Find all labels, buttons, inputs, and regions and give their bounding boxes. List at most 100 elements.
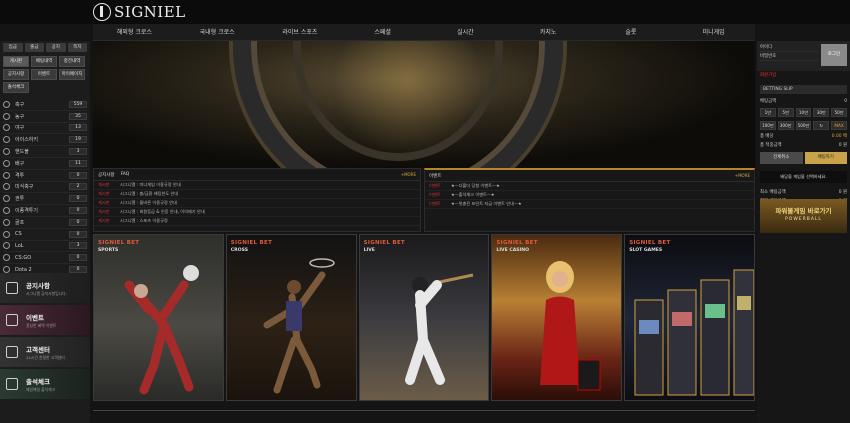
sport-count: 2: [69, 183, 87, 191]
quick-amount-button[interactable]: 300만: [777, 121, 794, 130]
betting-slip-header: BETTING SLIP: [760, 85, 847, 94]
card-live-casino[interactable]: SIGNIEL BET LIVE CASINO: [491, 234, 623, 401]
notice-row[interactable]: 게시판 시그니엘 : 충/금환 배팅한도 안내: [94, 190, 420, 199]
signup-link[interactable]: 회원가입: [760, 73, 776, 78]
promo-sub: 24시간 친절한 고객센터: [26, 354, 65, 360]
megaphone-icon: [6, 282, 18, 294]
sport-name: 권투: [15, 196, 25, 203]
tab-notice[interactable]: 공지: [46, 43, 66, 52]
powerball-banner[interactable]: 파워볼게임 바로가기 POWERBALL: [760, 199, 847, 233]
tab-notice-board[interactable]: 공지사항: [98, 172, 115, 178]
event-row[interactable]: 이벤트 ★ㅡ다폴더 당첨 이벤트ㅡ★: [425, 182, 754, 191]
promo-customer-center[interactable]: 고객센터 24시간 친절한 고객센터: [0, 337, 90, 367]
id-field[interactable]: 아이디: [760, 43, 818, 52]
sport-row-basketball[interactable]: 농구 35: [3, 111, 87, 123]
quick-amount-button[interactable]: 10만: [795, 108, 812, 117]
mypage-button[interactable]: 마이페이지: [59, 69, 85, 80]
sport-row-soccer[interactable]: 축구 559: [3, 99, 87, 111]
nav-item-slot[interactable]: 슬롯: [590, 24, 673, 40]
card-brand: SIGNIEL BET: [363, 240, 405, 246]
mma-icon: [3, 207, 10, 215]
tab-faq[interactable]: FAQ: [121, 172, 130, 177]
card-slot-games[interactable]: SIGNIEL BET SLOT GAMES: [624, 234, 755, 401]
sport-row-csgo[interactable]: CS:GO 0: [3, 252, 87, 265]
sport-row-golf[interactable]: 골프 0: [3, 217, 87, 229]
limit-label: 최소 배팅금액: [760, 190, 786, 195]
charge-history-button[interactable]: 충전내역: [59, 56, 85, 67]
place-bet-button[interactable]: 배팅하기: [804, 152, 847, 164]
notice-row[interactable]: 게시판 시그니엘 : 스포츠 이용규정: [94, 217, 420, 226]
event-row[interactable]: 이벤트 ★ㅡ출석체크 이벤트ㅡ★: [425, 191, 754, 200]
tab-withdraw[interactable]: 출금: [24, 43, 44, 52]
reset-icon[interactable]: ↻: [813, 121, 830, 130]
nav-item-minigame[interactable]: 미니게임: [672, 24, 755, 40]
card-live[interactable]: SIGNIEL BET LIVE: [358, 234, 490, 401]
nav-item-overseas-cross[interactable]: 해외형 크로스: [93, 24, 176, 40]
bet-amount-label: 배팅금액: [760, 99, 777, 104]
notice-row[interactable]: 게시판 시그니엘 : 올바른 이용규정 안내: [94, 199, 420, 208]
event-more-link[interactable]: +MORE: [735, 173, 750, 178]
bet-history-button[interactable]: 배팅내역: [31, 56, 57, 67]
notice-row[interactable]: 게시판 시그니엘 : 회원등급 & 인증 안내, 이의제기 안내: [94, 208, 420, 217]
notice-button[interactable]: 공지사항: [3, 69, 29, 80]
quick-amount-button[interactable]: 1만: [760, 108, 776, 117]
nav-item-domestic-cross[interactable]: 국내형 크로스: [176, 24, 259, 40]
quick-amount-row-2: 100만 300만 500만 ↻ MAX: [757, 119, 850, 132]
notice-text: 시그니엘 : 스포츠 이용규정: [120, 218, 168, 223]
expected-win-row: 총 적중금액 0 원: [757, 141, 850, 150]
max-button[interactable]: MAX: [831, 121, 847, 130]
password-field[interactable]: 비밀번호: [760, 52, 818, 61]
sport-name: 야구: [15, 125, 25, 132]
limit-value: 0 원: [838, 190, 847, 195]
login-button[interactable]: 로그인: [821, 44, 847, 66]
quick-amount-button[interactable]: 50만: [831, 108, 847, 117]
promo-notice[interactable]: 공지사항 시그니엘 공지사항입니다.: [0, 273, 90, 303]
card-label: SPORTS: [98, 248, 119, 253]
tab-message[interactable]: 쪽지: [67, 43, 87, 52]
sport-row-boxing[interactable]: 권투 0: [3, 193, 87, 206]
sport-row-volleyball[interactable]: 배구 11: [3, 158, 87, 170]
quick-amount-button[interactable]: 100만: [760, 121, 776, 130]
sport-row-mma[interactable]: 이종격투기 0: [3, 205, 87, 217]
sport-row-baseball[interactable]: 야구 13: [3, 123, 87, 135]
tab-event-board[interactable]: 이벤트: [429, 173, 441, 179]
notice-category: 게시판: [98, 218, 110, 223]
attendance-button[interactable]: 출석체크: [3, 82, 29, 93]
nav-item-special[interactable]: 스페셜: [341, 24, 424, 40]
signup-line: 회원가입: [757, 71, 850, 81]
card-sports[interactable]: SIGNIEL BET SPORTS: [93, 234, 224, 401]
sidebar-top-tabs: 입금 출금 공지 쪽지: [0, 41, 90, 54]
quick-amount-button[interactable]: 5만: [777, 108, 794, 117]
notice-category: 게시판: [98, 182, 110, 187]
notice-row[interactable]: 게시판 시그니엘 : 미니게임 이용규정 안내: [94, 181, 420, 190]
quick-amount-button[interactable]: 500만: [795, 121, 812, 130]
card-cross[interactable]: SIGNIEL BET CROSS: [225, 234, 357, 401]
cancel-all-button[interactable]: 전체취소: [760, 152, 803, 164]
logo[interactable]: SIGNIEL: [93, 3, 186, 21]
sport-row-lol[interactable]: LoL 3: [3, 241, 87, 253]
expected-win-value: 0 원: [838, 143, 847, 148]
event-row[interactable]: 이벤트 ★ㅡ첫충전 포인트 지급 이벤트 안내ㅡ★: [425, 200, 754, 209]
sport-row-fighting[interactable]: 격투 0: [3, 170, 87, 182]
quick-amount-button[interactable]: 30만: [813, 108, 830, 117]
sport-name: 골프: [15, 219, 25, 226]
sport-name: 축구: [15, 101, 25, 108]
notice-more-link[interactable]: +MORE: [401, 172, 416, 177]
nav-item-live-sports[interactable]: 라이브 스포츠: [259, 24, 342, 40]
nav-item-casino[interactable]: 카지노: [507, 24, 590, 40]
sport-row-football[interactable]: 미식축구 2: [3, 182, 87, 194]
nav-item-realtime[interactable]: 실시간: [424, 24, 507, 40]
tab-deposit[interactable]: 입금: [3, 43, 23, 52]
sidebar-button-grid: 게시판 배팅내역 충전내역 공지사항 이벤트 마이페이지 출석체크: [0, 54, 90, 95]
csgo-icon: [3, 254, 10, 262]
card-label: SLOT GAMES: [629, 248, 663, 253]
promo-attendance[interactable]: 출석체크 매일매일 출석체크: [0, 369, 90, 399]
event-board-header: 이벤트 +MORE: [425, 170, 754, 182]
promo-event[interactable]: 이벤트 풍성한 혜택 이벤트: [0, 305, 90, 335]
event-button[interactable]: 이벤트: [31, 69, 57, 80]
bet-amount-input[interactable]: 0: [844, 97, 847, 106]
board-button[interactable]: 게시판: [3, 56, 29, 67]
sport-row-icehockey[interactable]: 아이스하키 19: [3, 134, 87, 147]
sport-row-handball[interactable]: 핸드볼 3: [3, 146, 87, 158]
sport-row-cs[interactable]: CS 0: [3, 229, 87, 241]
